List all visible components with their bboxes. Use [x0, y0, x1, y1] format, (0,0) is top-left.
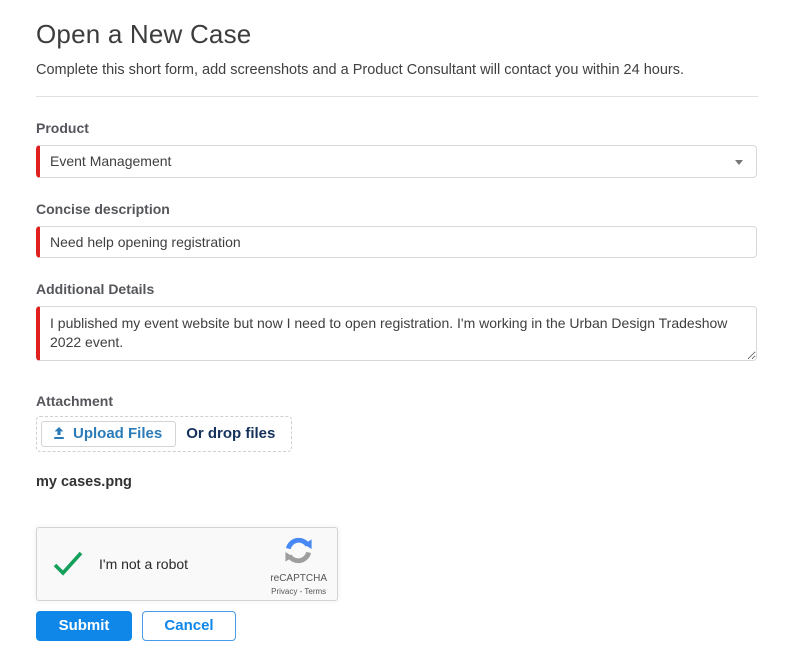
header-divider	[36, 95, 758, 97]
submit-button[interactable]: Submit	[36, 610, 132, 641]
recaptcha-links: Privacy - Terms	[270, 588, 327, 596]
product-select[interactable]: Event Management	[36, 144, 757, 178]
recaptcha-logo	[285, 537, 312, 564]
page-title: Open a New Case	[36, 19, 252, 49]
upload-icon	[54, 427, 64, 439]
page-subtitle: Complete this short form, add screenshot…	[36, 61, 684, 78]
product-selected-value: Event Management	[50, 153, 172, 169]
recaptcha-brand-text: reCAPTCHA	[270, 573, 327, 584]
form-actions: Submit Cancel	[36, 610, 758, 641]
recaptcha-privacy-link[interactable]: Privacy	[271, 587, 297, 596]
description-field-group: Concise description	[36, 201, 758, 258]
new-case-form: Open a New Case Complete this short form…	[0, 0, 786, 651]
details-label: Additional Details	[36, 280, 155, 297]
recaptcha-terms-link[interactable]: Terms	[304, 587, 326, 596]
attachment-label: Attachment	[36, 392, 114, 409]
details-textarea[interactable]: I published my event website but now I n…	[36, 305, 757, 361]
upload-files-label: Upload Files	[73, 424, 163, 442]
recaptcha-checkmark-icon[interactable]	[51, 549, 85, 579]
recaptcha-label: I'm not a robot	[99, 555, 189, 572]
recaptcha-widget: I'm not a robot reCAPTCHA Privacy - Term…	[36, 526, 338, 601]
chevron-down-icon	[735, 159, 743, 165]
uploaded-file-name: my cases.png	[36, 473, 132, 490]
details-field-group: Additional Details I published my event …	[36, 281, 758, 366]
upload-files-button[interactable]: Upload Files	[41, 420, 177, 447]
recaptcha-brand-block: reCAPTCHA Privacy - Terms	[270, 531, 327, 596]
attachment-group: Attachment Upload Files Or drop files my…	[36, 393, 758, 490]
description-input[interactable]	[36, 225, 757, 258]
file-drop-zone[interactable]: Upload Files Or drop files	[36, 415, 293, 452]
recaptcha-links-separator: -	[299, 587, 303, 596]
cancel-button[interactable]: Cancel	[142, 610, 236, 641]
product-label: Product	[36, 119, 89, 136]
product-field-group: Product Event Management	[36, 120, 758, 178]
drop-files-text: Or drop files	[186, 425, 276, 442]
description-label: Concise description	[36, 200, 170, 217]
